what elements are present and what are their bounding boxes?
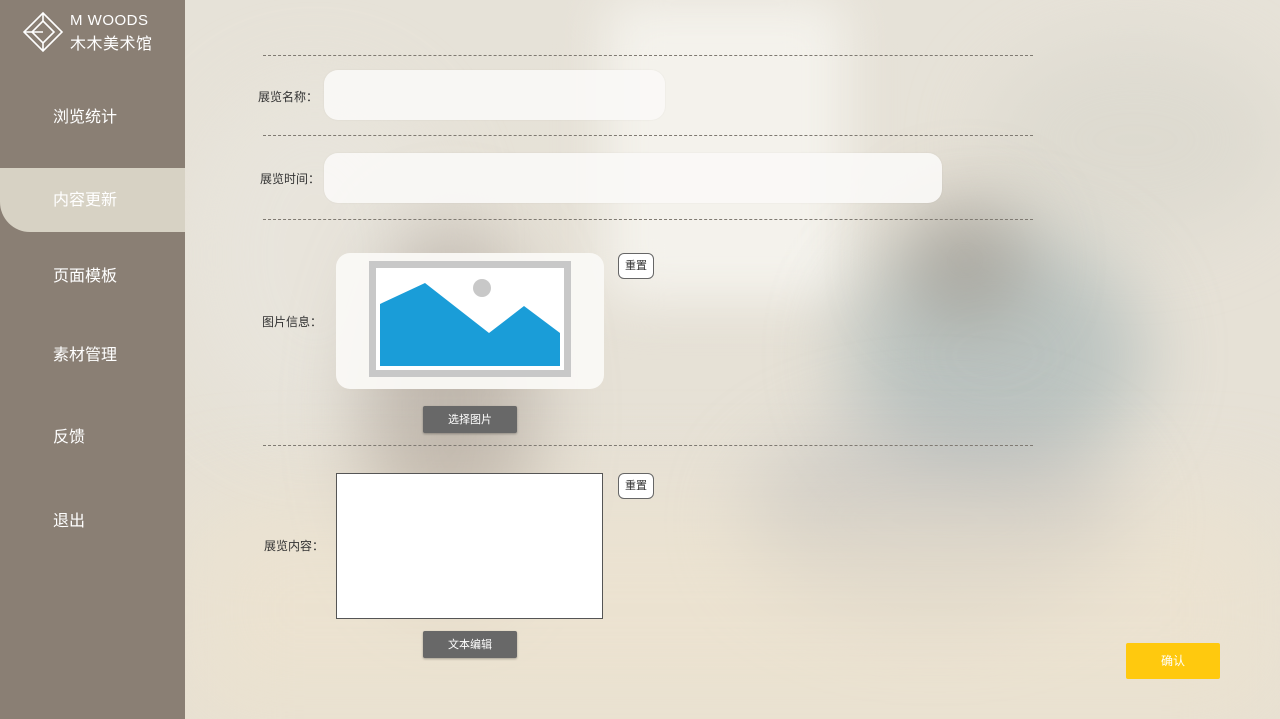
divider xyxy=(263,445,1033,446)
choose-image-button[interactable]: 选择图片 xyxy=(423,406,517,433)
brand-name-cn: 木木美术馆 xyxy=(70,34,153,53)
sidebar-item-feedback[interactable]: 反馈 xyxy=(0,405,185,469)
exhibition-time-input[interactable] xyxy=(324,153,942,203)
sidebar-item-page-template[interactable]: 页面模板 xyxy=(0,244,185,308)
sidebar: M WOODS 木木美术馆 浏览统计 内容更新 页面模板 素材管理 反馈 退出 xyxy=(0,0,185,719)
divider xyxy=(263,135,1033,136)
sidebar-item-assets[interactable]: 素材管理 xyxy=(0,323,185,387)
divider xyxy=(263,219,1033,220)
text-edit-button[interactable]: 文本编辑 xyxy=(423,631,517,658)
image-placeholder-icon xyxy=(369,261,571,377)
diamond-logo-icon xyxy=(22,11,64,53)
exhibition-name-label: 展览名称： xyxy=(258,90,319,104)
divider xyxy=(263,55,1033,56)
image-reset-button[interactable]: 重置 xyxy=(618,253,654,279)
image-info-label: 图片信息： xyxy=(262,315,323,329)
content-reset-button[interactable]: 重置 xyxy=(618,473,654,499)
brand-name-en: M WOODS xyxy=(70,12,149,29)
exhibition-content-label: 展览内容： xyxy=(264,539,325,553)
image-preview[interactable] xyxy=(336,253,604,389)
sidebar-item-stats[interactable]: 浏览统计 xyxy=(0,85,185,149)
exhibition-content-textarea[interactable] xyxy=(336,473,603,619)
sidebar-item-logout[interactable]: 退出 xyxy=(0,489,185,553)
sidebar-item-content-update[interactable]: 内容更新 xyxy=(0,168,185,232)
logo[interactable]: M WOODS 木木美术馆 xyxy=(22,11,172,55)
exhibition-time-label: 展览时间： xyxy=(260,172,321,186)
confirm-button[interactable]: 确认 xyxy=(1126,643,1220,679)
exhibition-name-input[interactable] xyxy=(324,70,665,120)
